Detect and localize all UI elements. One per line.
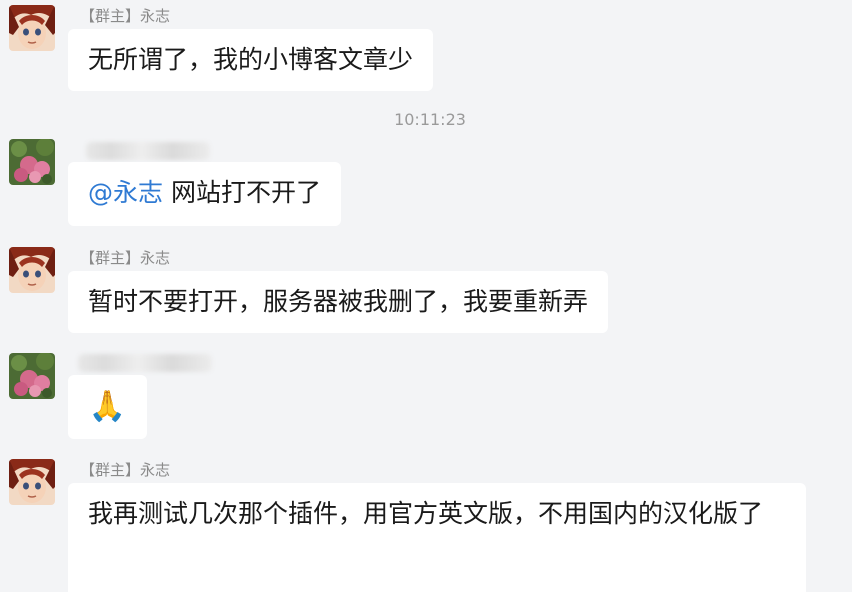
avatar-member[interactable] xyxy=(9,139,55,185)
message-text: 我再测试几次那个插件，用官方英文版，不用国内的汉化版了 xyxy=(88,499,764,528)
pray-emoji-icon: 🙏 xyxy=(88,389,127,424)
message-timestamp: 10:11:23 xyxy=(394,110,466,129)
sender-name: 【群主】永志 xyxy=(80,249,170,267)
message-text: 暂时不要打开，服务器被我删了，我要重新弄 xyxy=(88,287,589,316)
message-text: 网站打不开了 xyxy=(163,178,321,207)
avatar-member[interactable] xyxy=(9,353,55,399)
blurred-sender-name xyxy=(78,354,212,372)
message-bubble[interactable]: 暂时不要打开，服务器被我删了，我要重新弄 xyxy=(68,271,609,333)
sender-name: 【群主】永志 xyxy=(80,461,170,479)
blurred-sender-name xyxy=(86,142,210,160)
group-owner-badge: 【群主】 xyxy=(80,7,141,25)
avatar-group-owner[interactable] xyxy=(9,247,55,293)
message-bubble[interactable]: @永志 网站打不开了 xyxy=(68,162,341,226)
group-owner-badge: 【群主】 xyxy=(80,249,141,267)
message-bubble[interactable]: 🙏 xyxy=(68,375,147,439)
message-text: 无所谓了，我的小博客文章少 xyxy=(88,45,414,74)
sender-name: 【群主】永志 xyxy=(80,7,170,25)
mention-link[interactable]: @永志 xyxy=(88,178,163,207)
message-bubble[interactable]: 我再测试几次那个插件，用官方英文版，不用国内的汉化版了 xyxy=(68,483,806,592)
sender-nickname[interactable]: 永志 xyxy=(140,461,170,479)
sender-nickname[interactable]: 永志 xyxy=(140,7,170,25)
message-bubble[interactable]: 无所谓了，我的小博客文章少 xyxy=(68,29,434,91)
group-owner-badge: 【群主】 xyxy=(80,461,141,479)
avatar-group-owner[interactable] xyxy=(9,459,55,505)
avatar-group-owner[interactable] xyxy=(9,5,55,51)
sender-nickname[interactable]: 永志 xyxy=(140,249,170,267)
